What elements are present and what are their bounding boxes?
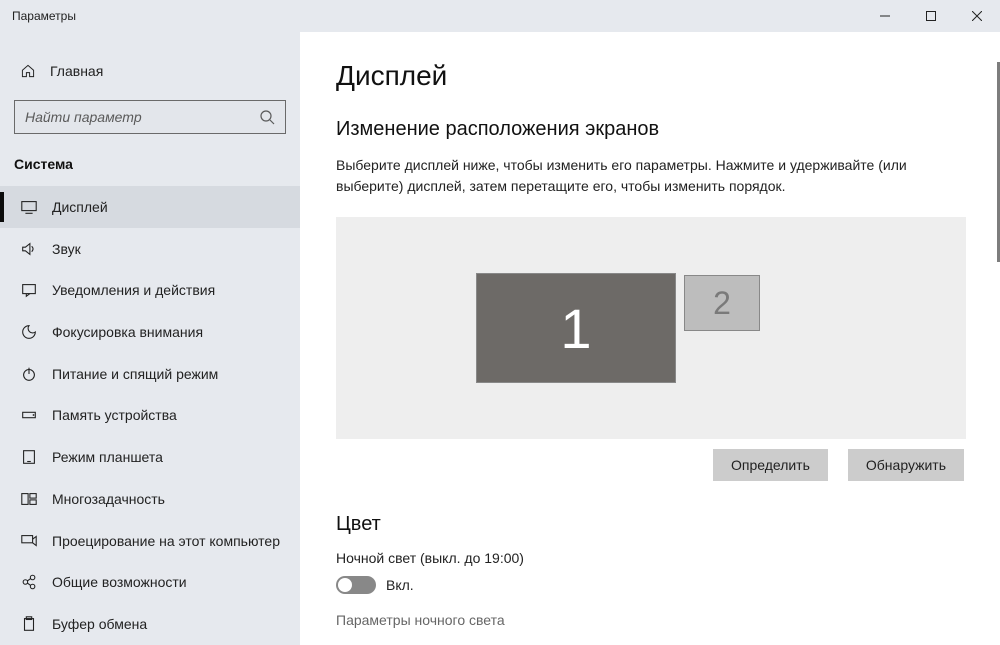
multitasking-icon	[20, 490, 38, 508]
sidebar-item-label: Многозадачность	[52, 491, 165, 507]
search-wrap	[0, 90, 300, 146]
night-light-toggle[interactable]	[336, 576, 376, 594]
sidebar-item-storage[interactable]: Память устройства	[0, 395, 300, 437]
minimize-button[interactable]	[862, 0, 908, 32]
home-icon	[20, 63, 36, 79]
sidebar-item-label: Питание и спящий режим	[52, 366, 218, 382]
maximize-button[interactable]	[908, 0, 954, 32]
close-button[interactable]	[954, 0, 1000, 32]
sidebar-item-projecting[interactable]: Проецирование на этот компьютер	[0, 520, 300, 562]
night-light-settings-link[interactable]: Параметры ночного света	[336, 612, 964, 628]
sidebar-item-label: Буфер обмена	[52, 616, 147, 632]
monitor-1[interactable]: 1	[476, 273, 676, 383]
focus-icon	[20, 323, 38, 341]
search-box[interactable]	[14, 100, 286, 134]
power-icon	[20, 365, 38, 383]
home-button[interactable]: Главная	[0, 52, 300, 90]
sidebar-item-label: Дисплей	[52, 199, 108, 215]
display-arrangement-area[interactable]: 1 2	[336, 217, 966, 439]
arrangement-heading: Изменение расположения экранов	[336, 118, 964, 141]
sidebar-item-shared[interactable]: Общие возможности	[0, 562, 300, 604]
clipboard-icon	[20, 615, 38, 633]
sidebar-item-display[interactable]: Дисплей	[0, 186, 300, 228]
titlebar: Параметры	[0, 0, 1000, 32]
window-title: Параметры	[0, 9, 76, 23]
sidebar-item-label: Уведомления и действия	[52, 282, 215, 298]
sidebar-item-label: Фокусировка внимания	[52, 324, 203, 340]
nav-list: Дисплей Звук Уведомления и действия Фоку…	[0, 186, 300, 645]
detect-button[interactable]: Обнаружить	[848, 449, 964, 481]
window-controls	[862, 0, 1000, 32]
storage-icon	[20, 406, 38, 424]
main-content: Дисплей Изменение расположения экранов В…	[300, 32, 1000, 645]
search-input[interactable]	[25, 109, 259, 125]
page-title: Дисплей	[336, 60, 964, 92]
sidebar-item-label: Режим планшета	[52, 449, 163, 465]
identify-button[interactable]: Определить	[713, 449, 828, 481]
sidebar-item-label: Общие возможности	[52, 574, 187, 590]
sidebar-item-label: Проецирование на этот компьютер	[52, 533, 280, 549]
sidebar-item-focus-assist[interactable]: Фокусировка внимания	[0, 311, 300, 353]
sidebar-item-tablet[interactable]: Режим планшета	[0, 436, 300, 478]
monitor-2[interactable]: 2	[684, 275, 760, 331]
home-label: Главная	[50, 63, 103, 79]
tablet-icon	[20, 448, 38, 466]
projecting-icon	[20, 532, 38, 550]
sidebar-item-label: Звук	[52, 241, 81, 257]
search-icon	[259, 109, 275, 125]
scrollbar[interactable]	[990, 32, 1000, 645]
sidebar-item-multitasking[interactable]: Многозадачность	[0, 478, 300, 520]
sidebar-item-power[interactable]: Питание и спящий режим	[0, 353, 300, 395]
sidebar-item-sound[interactable]: Звук	[0, 228, 300, 270]
display-icon	[20, 198, 38, 216]
sidebar-item-clipboard[interactable]: Буфер обмена	[0, 603, 300, 645]
sidebar-item-notifications[interactable]: Уведомления и действия	[0, 269, 300, 311]
toggle-state-label: Вкл.	[386, 577, 414, 593]
shared-icon	[20, 573, 38, 591]
arrangement-description: Выберите дисплей ниже, чтобы изменить ег…	[336, 155, 964, 197]
night-light-label: Ночной свет (выкл. до 19:00)	[336, 550, 964, 566]
sidebar-section-label: Система	[0, 146, 300, 186]
sidebar-item-label: Память устройства	[52, 407, 177, 423]
sound-icon	[20, 240, 38, 258]
color-heading: Цвет	[336, 513, 964, 536]
sidebar: Главная Система Дисплей Звук Уведом	[0, 32, 300, 645]
notifications-icon	[20, 281, 38, 299]
